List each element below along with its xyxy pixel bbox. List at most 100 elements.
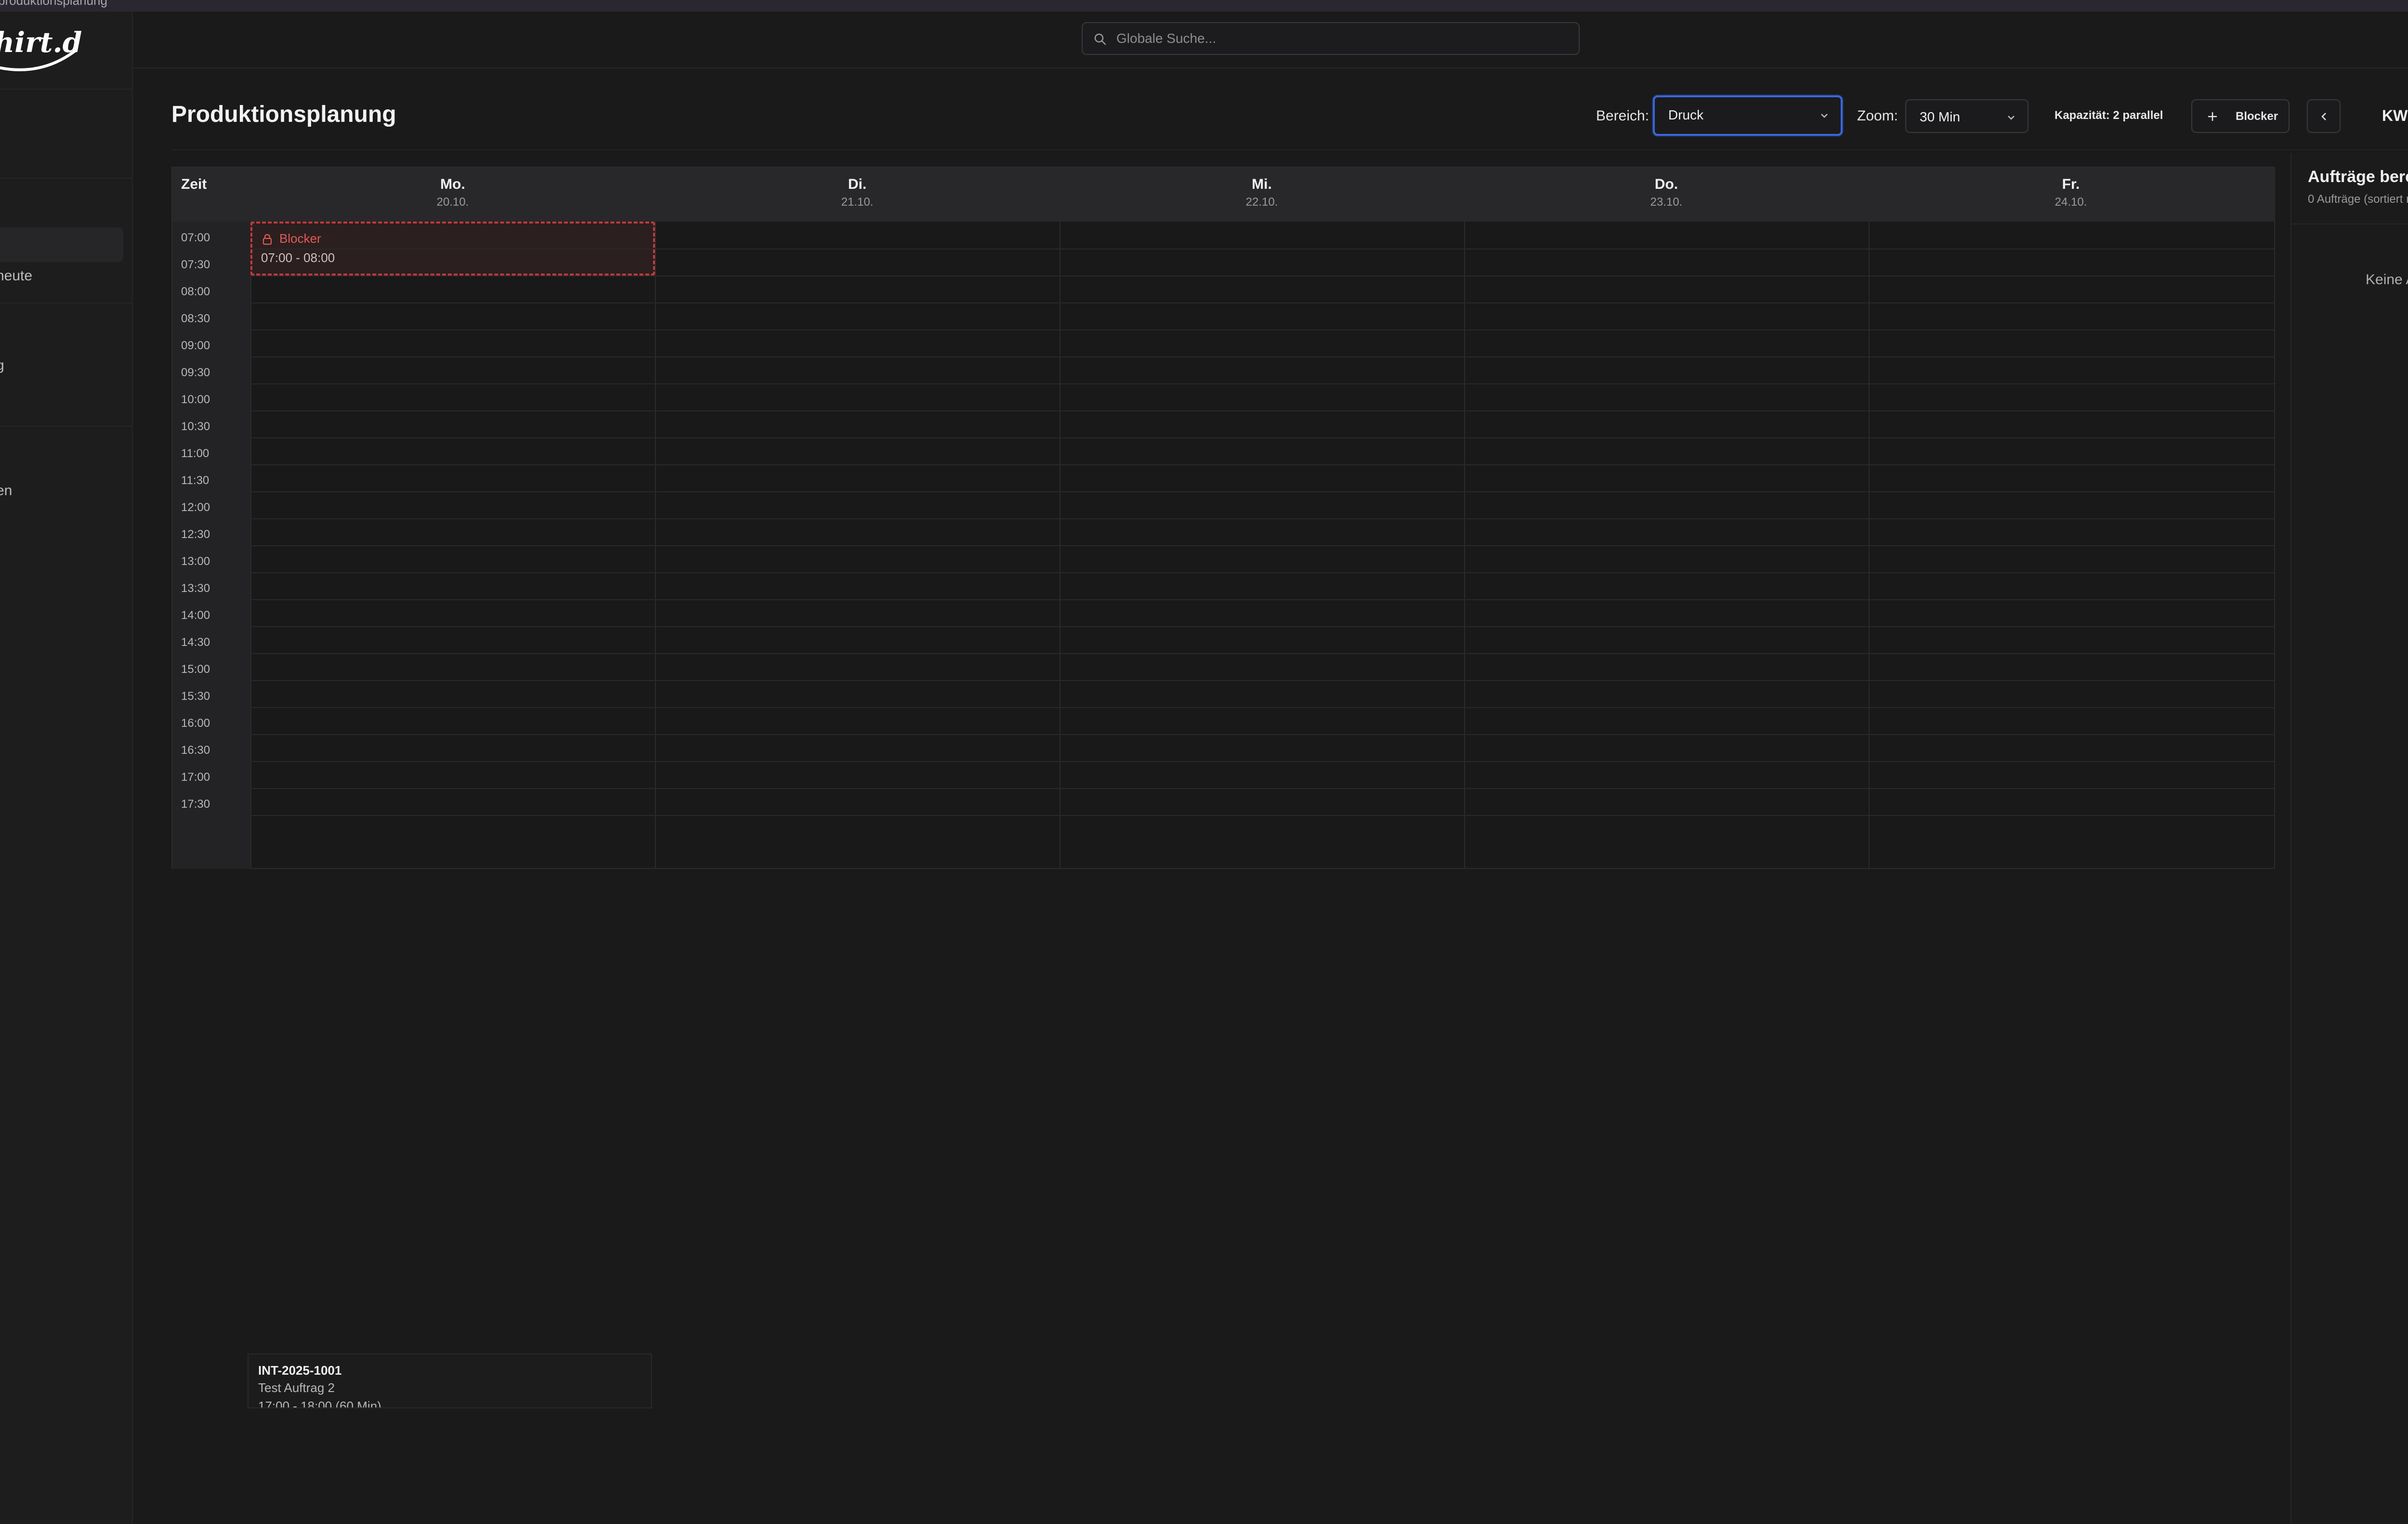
time-label: 10:30	[181, 420, 210, 433]
ready-orders-subtitle: 0 Aufträge (sortiert nach Fäll	[2308, 193, 2408, 206]
time-slot-line	[250, 815, 2274, 816]
bereich-label: Bereich:	[1596, 108, 1649, 124]
day-date: 23.10.	[1650, 196, 1683, 209]
zoom-label: Zoom:	[1857, 108, 1898, 124]
sidebar-divider	[0, 302, 132, 303]
time-label: 17:00	[181, 771, 210, 784]
time-slot-line	[250, 545, 2274, 546]
time-label: 17:30	[181, 798, 210, 811]
time-slot-line	[250, 572, 2274, 573]
time-slot-line	[250, 356, 2274, 357]
chevron-down-icon	[2008, 116, 2015, 120]
day-header-mi: Mi. 22.10.	[1060, 168, 1464, 222]
time-label: 09:00	[181, 339, 210, 352]
window-title-fragment: produktionsplanung	[0, 0, 107, 8]
time-label: 16:30	[181, 744, 210, 757]
sidebar-item-heute[interactable]: heute	[0, 268, 32, 284]
day-header-di: Di. 21.10.	[655, 168, 1060, 222]
time-label: 13:30	[181, 582, 210, 595]
sidebar-divider	[0, 89, 132, 90]
time-slot-line	[250, 518, 2274, 519]
calendar-week-label: KW 43	[2382, 107, 2408, 124]
time-label: 12:00	[181, 501, 210, 514]
blocker-time: 07:00 - 08:00	[261, 250, 335, 265]
sidebar: hirt.de heute g en	[0, 12, 133, 1524]
day-date: 24.10.	[2055, 196, 2087, 209]
time-label: 13:00	[181, 555, 210, 568]
time-label: 16:00	[181, 717, 210, 730]
time-label: 12:30	[181, 528, 210, 541]
sidebar-item-g[interactable]: g	[0, 357, 4, 374]
day-name: Di.	[848, 176, 867, 192]
time-slot-line	[250, 383, 2274, 384]
time-slot-line	[250, 707, 2274, 708]
day-name: Fr.	[2062, 176, 2080, 192]
time-label: 15:00	[181, 663, 210, 676]
day-name: Mo.	[440, 176, 465, 192]
zoom-select-value: 30 Min	[1920, 109, 1961, 124]
plus-icon	[2208, 112, 2217, 121]
time-label: 08:30	[181, 312, 210, 325]
time-slot-line	[250, 653, 2274, 654]
time-label: 11:30	[181, 474, 209, 487]
time-slot-line	[250, 734, 2274, 735]
bereich-select[interactable]: Druck	[1653, 95, 1843, 136]
add-blocker-button[interactable]: Blocker	[2191, 99, 2290, 133]
ready-orders-panel: Aufträge bereit 0 Aufträge (sortiert nac…	[2290, 153, 2408, 1524]
bereich-select-value: Druck	[1668, 107, 1704, 122]
time-slot-line	[250, 464, 2274, 465]
chevron-left-icon	[2321, 113, 2326, 120]
day-date: 22.10.	[1245, 196, 1278, 209]
time-label: 14:30	[181, 636, 210, 649]
ready-orders-title: Aufträge bereit	[2308, 168, 2408, 186]
zoom-select[interactable]: 30 Min	[1905, 99, 2028, 133]
global-search[interactable]	[1082, 22, 1580, 55]
time-label: 14:00	[181, 609, 210, 622]
time-slot-line	[250, 249, 2274, 250]
lock-icon	[262, 234, 272, 245]
time-slot-line	[250, 437, 2274, 438]
time-slot-line	[250, 329, 2274, 330]
time-slot-line	[250, 302, 2274, 303]
time-label: 07:30	[181, 258, 210, 271]
day-date: 21.10.	[841, 196, 874, 209]
empty-state-text: Keine Aufträge	[2366, 272, 2408, 288]
window-title-strip: produktionsplanung	[0, 0, 2408, 12]
panel-divider	[2291, 223, 2408, 224]
calendar-header: Zeit Mo. 20.10. Di. 21.10. Mi. 22.10. Do…	[172, 168, 2274, 222]
sidebar-divider	[0, 178, 132, 179]
order-time: 17:00 - 18:00 (60 Min)	[258, 1399, 381, 1408]
time-label: 15:30	[181, 690, 210, 703]
day-name: Do.	[1654, 176, 1678, 192]
blocker-title: Blocker	[279, 231, 321, 246]
time-label: 10:00	[181, 393, 210, 406]
day-header-mo: Mo. 20.10.	[250, 168, 655, 222]
time-slot-line	[250, 410, 2274, 411]
time-slot-line	[250, 680, 2274, 681]
day-name: Mi.	[1252, 176, 1272, 192]
time-slot-line	[250, 788, 2274, 789]
search-icon	[1094, 33, 1106, 45]
time-label: 08:00	[181, 285, 210, 298]
time-column-header: Zeit	[181, 176, 207, 192]
sidebar-divider	[0, 426, 132, 427]
search-input[interactable]	[1116, 23, 1569, 54]
time-label: 11:00	[181, 447, 209, 460]
previous-week-button[interactable]	[2307, 99, 2341, 133]
sidebar-item-en[interactable]: en	[0, 483, 12, 499]
order-card[interactable]: INT-2025-1001 Test Auftrag 2 17:00 - 18:…	[248, 1353, 652, 1408]
toolbar-divider	[171, 149, 2408, 150]
add-blocker-label: Blocker	[2236, 110, 2278, 123]
time-slot-line	[250, 626, 2274, 627]
week-calendar: Zeit Mo. 20.10. Di. 21.10. Mi. 22.10. Do…	[171, 167, 2275, 869]
time-slot-line	[250, 761, 2274, 762]
chevron-down-icon	[1821, 114, 1828, 118]
time-label: 07:00	[181, 231, 210, 244]
order-name: Test Auftrag 2	[258, 1380, 335, 1395]
time-slot-line	[250, 599, 2274, 600]
time-label: 09:30	[181, 366, 210, 379]
day-header-do: Do. 23.10.	[1464, 168, 1869, 222]
sidebar-item-active[interactable]	[0, 227, 123, 262]
brand-logo[interactable]: hirt.de	[0, 16, 82, 84]
order-id: INT-2025-1001	[258, 1363, 342, 1378]
